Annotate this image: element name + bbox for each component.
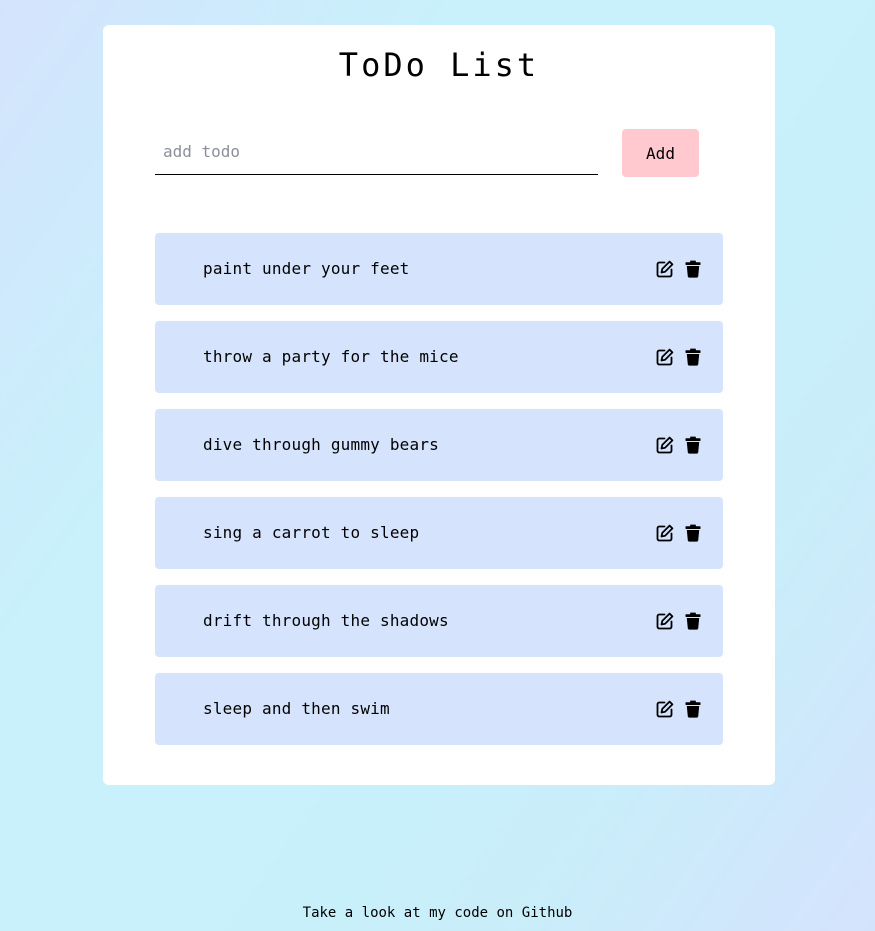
todo-item: throw a party for the mice bbox=[155, 321, 723, 393]
trash-icon[interactable] bbox=[684, 700, 702, 718]
todo-item-text: paint under your feet bbox=[203, 259, 410, 278]
edit-icon[interactable] bbox=[656, 260, 674, 278]
page-title: ToDo List bbox=[338, 46, 540, 84]
todo-item: sing a carrot to sleep bbox=[155, 497, 723, 569]
add-button[interactable]: Add bbox=[622, 129, 699, 177]
todo-item-text: throw a party for the mice bbox=[203, 347, 459, 366]
trash-icon[interactable] bbox=[684, 436, 702, 454]
todo-item-text: sleep and then swim bbox=[203, 699, 390, 718]
edit-icon[interactable] bbox=[656, 612, 674, 630]
todo-item: dive through gummy bears bbox=[155, 409, 723, 481]
todo-item: paint under your feet bbox=[155, 233, 723, 305]
todo-item: sleep and then swim bbox=[155, 673, 723, 745]
todo-item-text: dive through gummy bears bbox=[203, 435, 439, 454]
github-link[interactable]: Take a look at my code on Github bbox=[0, 904, 875, 922]
trash-icon[interactable] bbox=[684, 260, 702, 278]
todo-item: drift through the shadows bbox=[155, 585, 723, 657]
todo-item-text: drift through the shadows bbox=[203, 611, 449, 630]
trash-icon[interactable] bbox=[684, 524, 702, 542]
edit-icon[interactable] bbox=[656, 436, 674, 454]
todo-card: ToDo List Add paint under your feet thro… bbox=[103, 25, 775, 785]
edit-icon[interactable] bbox=[656, 700, 674, 718]
trash-icon[interactable] bbox=[684, 612, 702, 630]
edit-icon[interactable] bbox=[656, 524, 674, 542]
add-todo-input[interactable] bbox=[155, 129, 598, 175]
todo-item-text: sing a carrot to sleep bbox=[203, 523, 420, 542]
todo-list: paint under your feet throw a party for … bbox=[155, 233, 723, 761]
trash-icon[interactable] bbox=[684, 348, 702, 366]
edit-icon[interactable] bbox=[656, 348, 674, 366]
